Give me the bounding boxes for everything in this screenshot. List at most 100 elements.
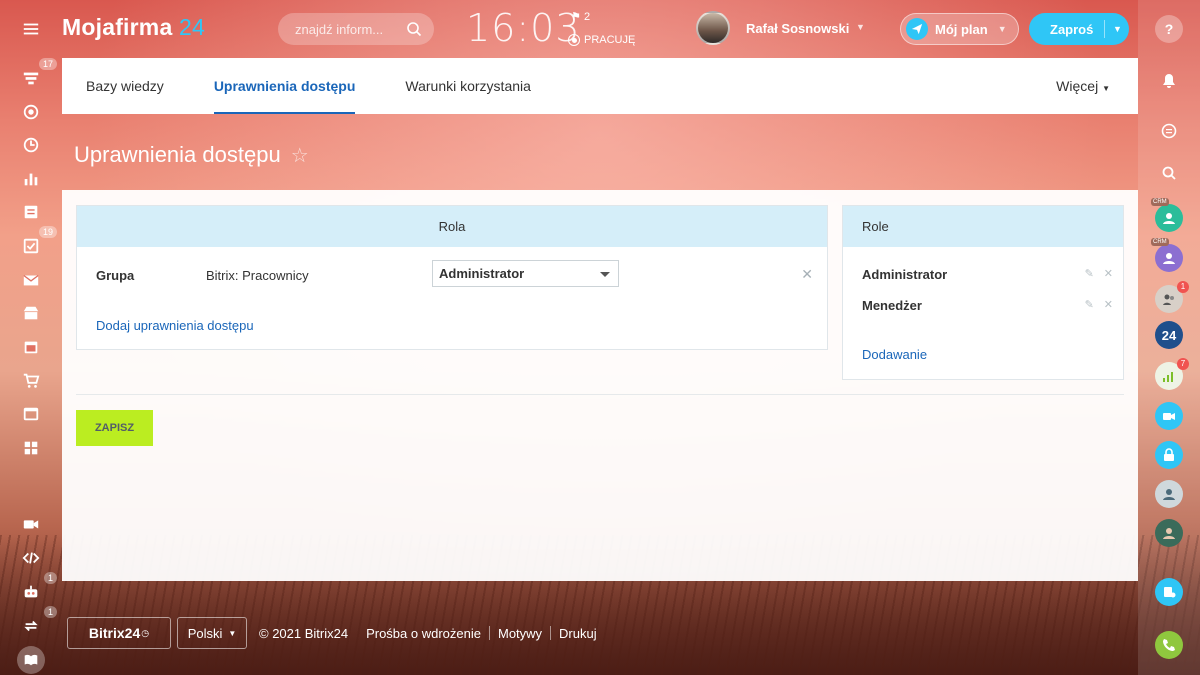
footer-link-print[interactable]: Drukuj <box>551 626 605 641</box>
sites-icon[interactable] <box>17 400 45 428</box>
video-icon[interactable] <box>17 510 45 538</box>
footer-link-implementation[interactable]: Prośba o wdrożenie <box>358 626 489 641</box>
role-select[interactable]: Administrator <box>432 260 619 287</box>
sync-badge: 1 <box>43 606 57 618</box>
page-title: Uprawnienia dostępu <box>74 142 281 167</box>
close-icon[interactable]: ✕ <box>801 266 813 283</box>
page-title-wrap: Uprawnienia dostępu ☆ <box>74 142 309 168</box>
footer-link-themes[interactable]: Motywy <box>490 626 550 641</box>
chevron-down-icon: ▼ <box>228 628 237 638</box>
user-name[interactable]: Rafał Sosnowski <box>746 21 849 36</box>
bitrix24-label: 24 <box>1161 327 1177 343</box>
brand-label: Bitrix24 <box>88 625 141 641</box>
add-role-link[interactable]: Dodawanie <box>862 347 927 362</box>
contact-avatar-icon[interactable] <box>1155 480 1183 508</box>
flag-icon: ⚑ <box>571 11 581 23</box>
more-menu[interactable]: Więcej ▼ <box>1056 78 1110 94</box>
tab-terms-of-use[interactable]: Warunki korzystania <box>405 58 531 114</box>
role-item-manager[interactable]: Menedżer <box>862 298 922 313</box>
record-icon <box>568 34 580 46</box>
sync-icon[interactable]: 1 <box>17 606 57 640</box>
logo-text: Mojafirma <box>62 14 173 40</box>
search-icon[interactable] <box>1155 159 1183 187</box>
crm-company-icon[interactable]: CRM <box>1151 238 1183 272</box>
roles-header: Role <box>843 206 1123 247</box>
clock-icon: ◷ <box>141 627 150 638</box>
tab-access-permissions[interactable]: Uprawnienia dostępu <box>213 58 355 114</box>
add-access-link[interactable]: Dodaj uprawnienia dostępu <box>96 318 254 333</box>
star-icon[interactable]: ☆ <box>291 143 309 168</box>
reports-icon[interactable] <box>17 165 45 193</box>
more-label: Więcej <box>1056 78 1099 94</box>
bitrix24-icon[interactable]: 24 <box>1155 321 1183 349</box>
chevron-down-icon[interactable]: ▼ <box>1105 24 1122 34</box>
open-lines-icon[interactable] <box>1155 578 1183 606</box>
chat-icon[interactable] <box>1155 117 1183 145</box>
rocket-icon <box>906 18 928 40</box>
close-icon[interactable]: ✕ <box>1104 298 1113 311</box>
mail-icon[interactable] <box>17 266 45 294</box>
logo-number: 24 <box>179 14 206 40</box>
contact-avatar-icon[interactable] <box>1155 519 1183 547</box>
target-icon[interactable] <box>17 98 45 126</box>
work-area: Rola Grupa Bitrix: Pracownicy Administra… <box>62 190 1138 581</box>
role-actions: ✎ ✕ <box>1085 267 1113 280</box>
chart-badge: 7 <box>1177 358 1189 370</box>
invite-button[interactable]: Zaproś ▼ <box>1029 13 1129 45</box>
search-icon[interactable] <box>406 21 422 37</box>
crm-contact-icon[interactable]: CRM <box>1151 198 1183 232</box>
access-type-label: Grupa <box>96 268 135 283</box>
search-input[interactable] <box>295 21 395 37</box>
tab-knowledge-bases[interactable]: Bazy wiedzy <box>86 58 164 114</box>
bot-icon[interactable]: 1 <box>17 572 57 606</box>
bell-icon[interactable] <box>1155 67 1183 95</box>
clock-display[interactable]: 16:03 <box>466 6 581 50</box>
crm-label: CRM <box>1151 198 1169 206</box>
feed-icon[interactable]: 17 <box>17 58 57 92</box>
role-column-header: Rola <box>77 206 827 247</box>
help-icon[interactable]: ? <box>1155 15 1183 43</box>
knowledge-book-icon[interactable] <box>17 646 45 674</box>
right-sidebar: ? CRM CRM 1 24 7 <box>1138 0 1200 675</box>
edit-icon[interactable]: ✎ <box>1085 267 1094 280</box>
clock-icon[interactable] <box>17 131 45 159</box>
documents-icon[interactable] <box>17 198 45 226</box>
crm-label: CRM <box>1151 238 1169 246</box>
user-group-badge: 1 <box>1177 281 1189 293</box>
developer-icon[interactable] <box>17 544 45 572</box>
menu-icon[interactable] <box>17 15 45 43</box>
footer: Bitrix24 ◷ Polski ▼ © 2021 Bitrix24 Proś… <box>67 617 605 649</box>
my-plan-button[interactable]: Mój plan ▼ <box>900 13 1019 45</box>
flag-count: 2 <box>583 11 591 23</box>
role-item-administrator[interactable]: Administrator <box>862 267 947 282</box>
edit-icon[interactable]: ✎ <box>1085 298 1094 311</box>
lock-icon[interactable] <box>1155 441 1183 469</box>
access-row: Grupa Bitrix: Pracownicy Administrator ✕ <box>77 260 827 290</box>
user-group-icon[interactable]: 1 <box>1155 281 1189 313</box>
company-logo[interactable]: Mojafirma 24 <box>62 14 205 41</box>
phone-icon[interactable] <box>1155 631 1183 659</box>
chevron-down-icon[interactable]: ▼ <box>856 22 865 32</box>
avatar[interactable] <box>696 11 730 45</box>
shop-icon[interactable] <box>17 299 45 327</box>
work-status-label: PRACUJĘ <box>584 34 636 46</box>
close-icon[interactable]: ✕ <box>1104 267 1113 280</box>
tasks-icon[interactable]: 19 <box>17 226 57 260</box>
chart-icon[interactable]: 7 <box>1155 358 1189 390</box>
flag-counter[interactable]: ⚑ 2 <box>571 10 590 23</box>
video-call-icon[interactable] <box>1155 402 1183 430</box>
save-button[interactable]: ZAPISZ <box>76 410 153 446</box>
copyright: © 2021 Bitrix24 <box>259 625 349 641</box>
work-status[interactable]: PRACUJĘ <box>568 34 635 46</box>
access-rights-table: Rola Grupa Bitrix: Pracownicy Administra… <box>76 205 828 350</box>
bot-badge: 1 <box>43 572 57 584</box>
apps-icon[interactable] <box>17 434 45 462</box>
chevron-down-icon: ▼ <box>1102 84 1110 93</box>
roles-panel: Role Administrator ✎ ✕ Menedżer ✎ ✕ Doda… <box>842 205 1124 380</box>
language-select[interactable]: Polski ▼ <box>177 617 247 649</box>
cart-icon[interactable] <box>17 367 45 395</box>
bitrix24-brand[interactable]: Bitrix24 ◷ <box>67 617 171 649</box>
top-navigation: Bazy wiedzy Uprawnienia dostępu Warunki … <box>62 58 1138 114</box>
calendar-icon[interactable] <box>17 333 45 361</box>
access-subject: Bitrix: Pracownicy <box>206 268 309 283</box>
